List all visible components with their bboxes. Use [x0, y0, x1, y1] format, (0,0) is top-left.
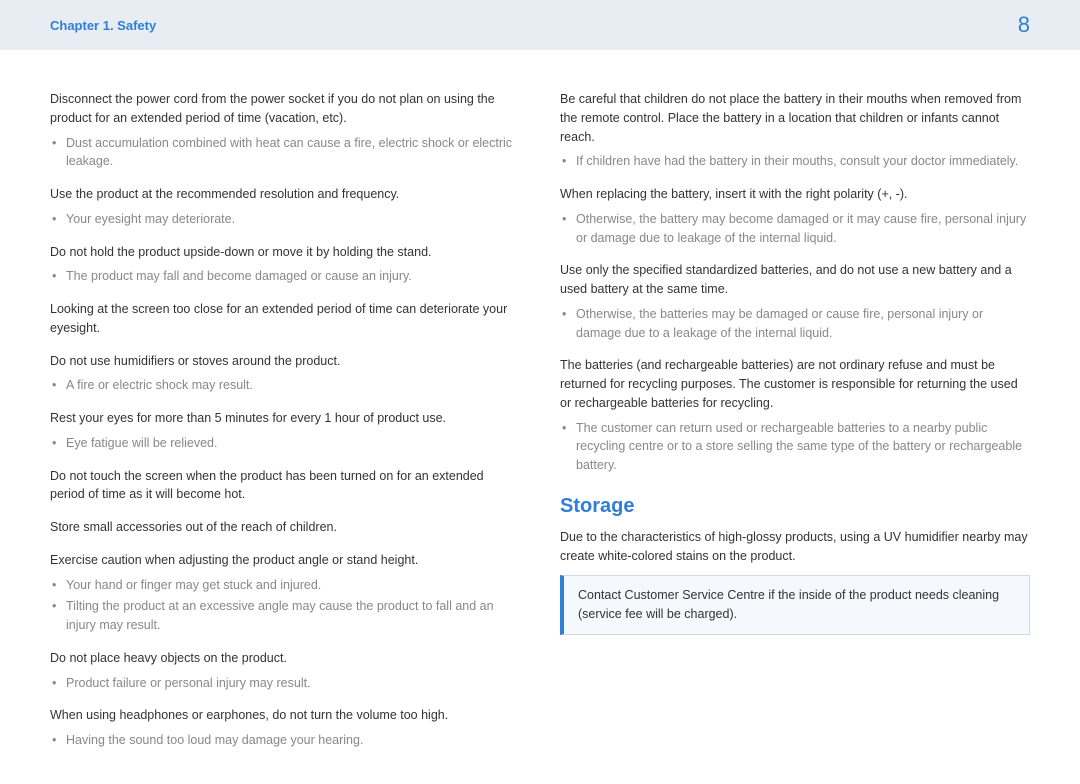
safety-section: The batteries (and rechargeable batterie… [560, 356, 1030, 475]
chapter-title: Chapter 1. Safety [50, 18, 156, 33]
storage-note-text: Contact Customer Service Centre if the i… [578, 586, 1015, 624]
safety-bullet: If children have had the battery in thei… [576, 152, 1030, 171]
safety-bullet: Product failure or personal injury may r… [66, 674, 520, 693]
safety-bullet: A fire or electric shock may result. [66, 376, 520, 395]
safety-bullet: The product may fall and become damaged … [66, 267, 520, 286]
safety-text: The batteries (and rechargeable batterie… [560, 356, 1030, 412]
safety-text: Do not place heavy objects on the produc… [50, 649, 520, 668]
safety-section: Do not place heavy objects on the produc… [50, 649, 520, 693]
safety-section: Be careful that children do not place th… [560, 90, 1030, 171]
storage-text: Due to the characteristics of high-gloss… [560, 528, 1030, 566]
safety-bullet: Otherwise, the battery may become damage… [576, 210, 1030, 248]
safety-text: Rest your eyes for more than 5 minutes f… [50, 409, 520, 428]
safety-bullet: Your eyesight may deteriorate. [66, 210, 520, 229]
storage-note-box: Contact Customer Service Centre if the i… [560, 575, 1030, 635]
safety-section: Store small accessories out of the reach… [50, 518, 520, 537]
safety-text: Disconnect the power cord from the power… [50, 90, 520, 128]
safety-text: Do not hold the product upside-down or m… [50, 243, 520, 262]
safety-section: Disconnect the power cord from the power… [50, 90, 520, 171]
safety-text: Do not use humidifiers or stoves around … [50, 352, 520, 371]
safety-section: When replacing the battery, insert it wi… [560, 185, 1030, 247]
safety-text: Store small accessories out of the reach… [50, 518, 520, 537]
safety-section: When using headphones or earphones, do n… [50, 706, 520, 750]
safety-section: Exercise caution when adjusting the prod… [50, 551, 520, 635]
safety-bullet: Tilting the product at an excessive angl… [66, 597, 520, 635]
safety-text: Be careful that children do not place th… [560, 90, 1030, 146]
safety-section: Looking at the screen too close for an e… [50, 300, 520, 338]
safety-text: Looking at the screen too close for an e… [50, 300, 520, 338]
safety-text: Use only the specified standardized batt… [560, 261, 1030, 299]
storage-heading: Storage [560, 495, 1030, 518]
safety-section: Do not hold the product upside-down or m… [50, 243, 520, 287]
safety-section: Do not use humidifiers or stoves around … [50, 352, 520, 396]
safety-text: Do not touch the screen when the product… [50, 467, 520, 505]
safety-section: Do not touch the screen when the product… [50, 467, 520, 505]
safety-bullet: Having the sound too loud may damage you… [66, 731, 520, 750]
page-content: Disconnect the power cord from the power… [0, 50, 1080, 784]
safety-bullet: Eye fatigue will be relieved. [66, 434, 520, 453]
right-column: Be careful that children do not place th… [560, 90, 1030, 764]
left-column: Disconnect the power cord from the power… [50, 90, 520, 764]
safety-text: Exercise caution when adjusting the prod… [50, 551, 520, 570]
page-number: 8 [1018, 12, 1030, 38]
safety-text: Use the product at the recommended resol… [50, 185, 520, 204]
safety-section: Use only the specified standardized batt… [560, 261, 1030, 342]
safety-section: Use the product at the recommended resol… [50, 185, 520, 229]
safety-section: Rest your eyes for more than 5 minutes f… [50, 409, 520, 453]
safety-bullet: The customer can return used or recharge… [576, 419, 1030, 475]
safety-text: When replacing the battery, insert it wi… [560, 185, 1030, 204]
page-header: Chapter 1. Safety 8 [0, 0, 1080, 50]
safety-bullet: Dust accumulation combined with heat can… [66, 134, 520, 172]
safety-bullet: Your hand or finger may get stuck and in… [66, 576, 520, 595]
safety-bullet: Otherwise, the batteries may be damaged … [576, 305, 1030, 343]
safety-text: When using headphones or earphones, do n… [50, 706, 520, 725]
